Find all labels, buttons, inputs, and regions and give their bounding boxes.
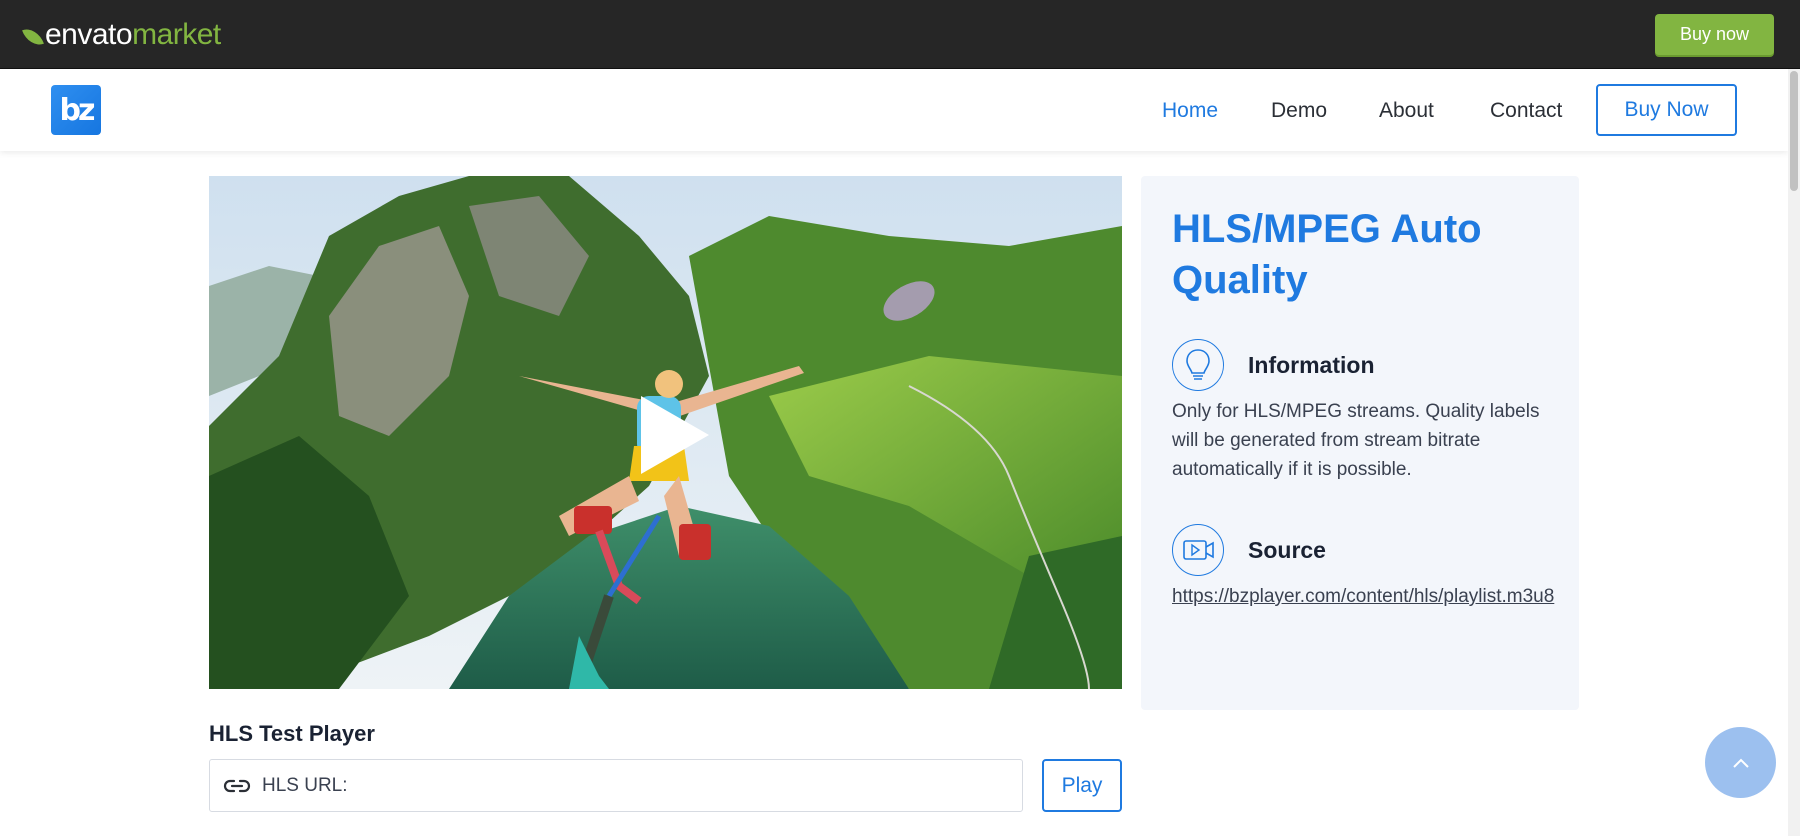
site-header: bz Home Demo About Contact Buy Now — [0, 69, 1788, 151]
nav-contact[interactable]: Contact — [1490, 99, 1562, 123]
market-logo-text: market — [132, 18, 221, 51]
source-link[interactable]: https://bzplayer.com/content/hls/playlis… — [1172, 582, 1562, 611]
back-to-top-button[interactable] — [1705, 727, 1776, 798]
envato-leaf-icon — [22, 24, 44, 50]
source-title: Source — [1248, 537, 1326, 563]
chevron-up-icon — [1732, 758, 1749, 768]
envato-buy-now-button[interactable]: Buy now — [1655, 14, 1774, 55]
test-player-title: HLS Test Player — [209, 721, 375, 746]
header-buy-now-button[interactable]: Buy Now — [1596, 84, 1737, 136]
information-title: Information — [1248, 352, 1375, 378]
page-scrollbar[interactable] — [1788, 69, 1800, 836]
video-player[interactable] — [209, 176, 1122, 689]
nav-demo[interactable]: Demo — [1271, 99, 1327, 123]
scrollbar-thumb[interactable] — [1790, 71, 1798, 191]
nav-home[interactable]: Home — [1162, 99, 1218, 123]
lightbulb-icon — [1172, 339, 1224, 391]
bzplayer-logo[interactable]: bz — [51, 85, 101, 135]
envato-logo-text: envato — [45, 18, 133, 51]
envato-market-bar: envato market Buy now — [0, 0, 1800, 69]
play-button[interactable]: Play — [1042, 759, 1122, 812]
link-icon — [223, 779, 251, 793]
information-text: Only for HLS/MPEG streams. Quality label… — [1172, 401, 1540, 480]
hls-url-field — [209, 759, 1023, 812]
info-card: HLS/MPEG Auto Quality Information Only f… — [1141, 176, 1579, 710]
nav-about[interactable]: About — [1379, 99, 1434, 123]
envato-market-logo[interactable]: envato market — [22, 18, 221, 52]
info-title: HLS/MPEG Auto Quality — [1172, 207, 1482, 302]
hls-url-input[interactable] — [262, 760, 1012, 811]
play-icon[interactable] — [633, 392, 713, 478]
video-camera-icon — [1172, 524, 1224, 576]
